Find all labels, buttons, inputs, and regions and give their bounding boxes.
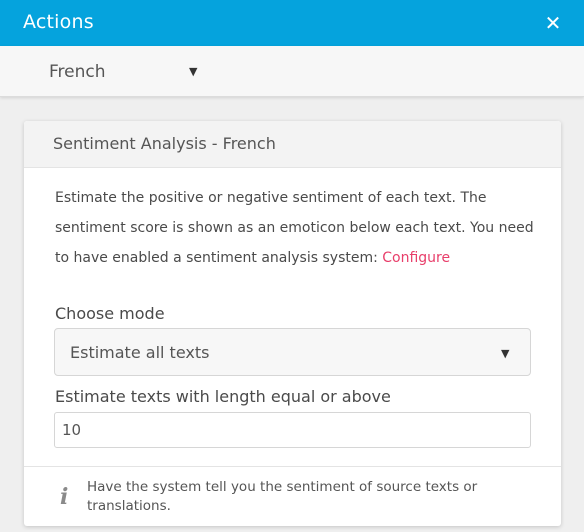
configure-link[interactable]: Configure xyxy=(382,250,450,266)
header-title: Actions xyxy=(23,11,94,33)
card-header: Sentiment Analysis - French xyxy=(24,121,561,168)
info-icon: i xyxy=(60,484,69,510)
chevron-down-icon: ▼ xyxy=(501,347,510,360)
card-title: Sentiment Analysis - French xyxy=(53,134,276,153)
sentiment-analysis-card: Sentiment Analysis - French Estimate the… xyxy=(24,121,561,526)
chevron-down-icon: ▼ xyxy=(189,65,198,78)
hint-text: Have the system tell you the sentiment o… xyxy=(87,479,478,514)
description-text: Estimate the positive or negative sentim… xyxy=(55,190,534,266)
close-icon[interactable]: ✕ xyxy=(543,13,563,33)
mode-select-value: Estimate all texts xyxy=(70,343,210,362)
card-description: Estimate the positive or negative sentim… xyxy=(55,183,535,273)
language-bar: French ▼ xyxy=(0,46,584,97)
mode-select[interactable]: Estimate all texts ▼ xyxy=(54,328,531,376)
min-length-input[interactable] xyxy=(54,412,531,448)
mode-label: Choose mode xyxy=(55,304,165,323)
divider xyxy=(24,466,561,467)
actions-header: Actions ✕ xyxy=(0,0,584,46)
language-select-value: French xyxy=(49,62,106,82)
language-select[interactable]: French ▼ xyxy=(49,60,209,84)
length-label: Estimate texts with length equal or abov… xyxy=(55,387,391,406)
